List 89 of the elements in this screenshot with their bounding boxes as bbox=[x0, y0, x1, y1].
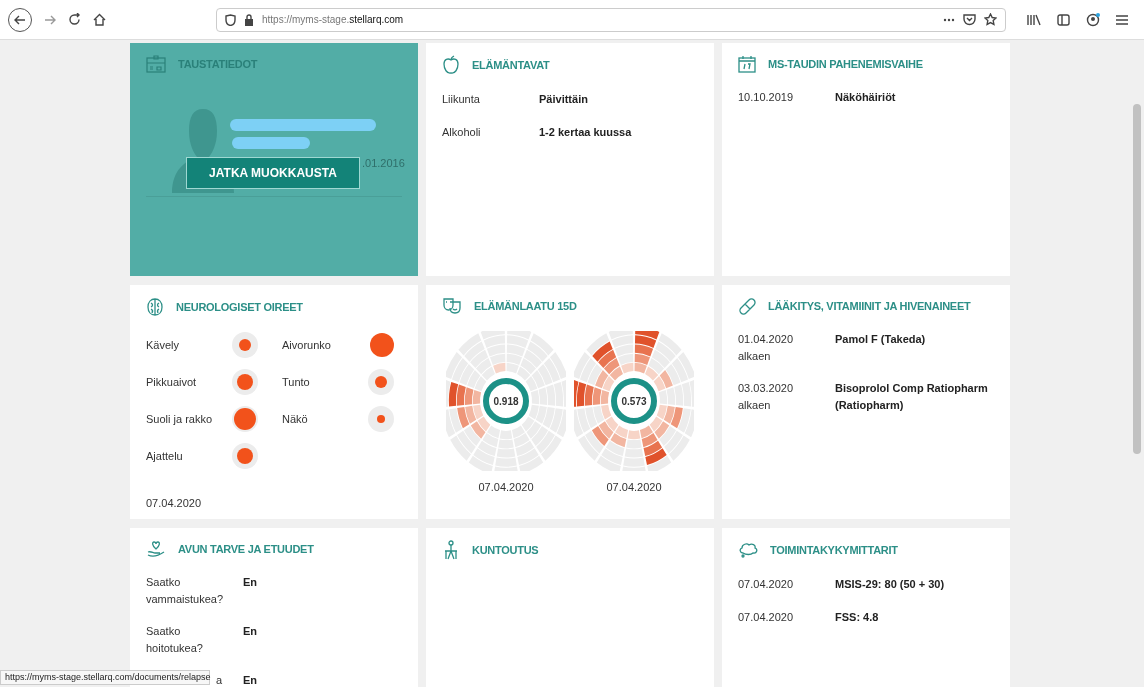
field-label: a bbox=[216, 674, 223, 686]
chart-sector bbox=[450, 416, 491, 461]
chart-sector bbox=[596, 425, 629, 471]
back-arrow-icon bbox=[14, 13, 26, 26]
address-bar[interactable]: https://myms-stage.stellarq.com bbox=[216, 7, 1006, 32]
card-title: AVUN TARVE JA ETUUDET bbox=[178, 541, 314, 557]
card-title: ELÄMÄNLAATU 15D bbox=[474, 298, 577, 314]
card-title: ELÄMÄNTAVAT bbox=[472, 57, 550, 73]
card-title: KUNTOUTUS bbox=[472, 542, 539, 558]
severity-indicator bbox=[368, 406, 394, 432]
chart-sector bbox=[656, 404, 694, 438]
shield-icon bbox=[225, 13, 236, 26]
thought-bubble-icon bbox=[738, 540, 758, 560]
id-card-icon bbox=[146, 55, 166, 73]
account-icon[interactable] bbox=[1086, 12, 1100, 27]
field-label: Alkoholi bbox=[442, 125, 481, 138]
chart-sector bbox=[528, 404, 566, 438]
field-label: 07.04.2020 bbox=[738, 610, 794, 623]
date-text: 07.04.2020 bbox=[146, 495, 203, 511]
symptom-label: Ajattelu bbox=[146, 448, 183, 464]
pill-icon bbox=[738, 297, 756, 315]
card-title: TOIMINTAKYKYMITTARIT bbox=[770, 542, 898, 558]
masks-icon bbox=[442, 297, 462, 315]
hand-heart-icon bbox=[146, 540, 166, 558]
calendar-icon bbox=[738, 55, 756, 73]
symptom-label: Näkö bbox=[282, 411, 308, 427]
field-value: En bbox=[243, 673, 258, 687]
chart-sector bbox=[639, 425, 672, 471]
field-label: Saatko vammaistukea? bbox=[146, 576, 224, 605]
library-icon[interactable] bbox=[1027, 13, 1041, 26]
forward-icon[interactable] bbox=[44, 13, 56, 26]
score-value: 0.573 bbox=[620, 395, 648, 409]
symptom-label: Kävely bbox=[146, 337, 180, 353]
chart-sector bbox=[621, 430, 647, 471]
chart-sector bbox=[521, 416, 562, 461]
pocket-icon[interactable] bbox=[963, 13, 976, 26]
continue-editing-button[interactable]: JATKA MUOKKAUSTA bbox=[186, 157, 360, 189]
status-url: https://myms-stage.stellarq.com/documents/relapse bbox=[0, 669, 210, 685]
star-icon[interactable] bbox=[984, 13, 997, 26]
more-icon[interactable] bbox=[943, 17, 955, 22]
lock-icon bbox=[244, 13, 254, 26]
chart-sector bbox=[468, 425, 501, 471]
field-label: 01.04.2020 alkaen bbox=[738, 333, 794, 362]
field-label: Saatko hoitotukea? bbox=[146, 625, 203, 654]
field-value: 1-2 kertaa kuussa bbox=[539, 124, 632, 140]
chart-sector bbox=[511, 425, 544, 471]
card-title: NEUROLOGISET OIREET bbox=[176, 299, 303, 315]
score-ring bbox=[483, 378, 529, 424]
field-value: Pamol F (Takeda) bbox=[835, 332, 926, 347]
severity-indicator bbox=[368, 369, 394, 395]
url-text: https://myms-stage.stellarq.com bbox=[262, 13, 404, 27]
field-value: MSIS-29: 80 (50 + 30) bbox=[835, 577, 945, 592]
severity-indicator bbox=[232, 369, 258, 395]
date-text: 07.04.2020 bbox=[478, 480, 534, 495]
chart-sector bbox=[446, 404, 484, 438]
date-text: .01.2016 bbox=[362, 156, 405, 171]
card-title: MS-TAUDIN PAHENEMISVAIHE bbox=[768, 56, 923, 72]
field-value: En bbox=[243, 624, 258, 639]
score-ring bbox=[611, 378, 657, 424]
reload-icon[interactable] bbox=[68, 13, 81, 26]
sidebar-icon[interactable] bbox=[1057, 13, 1070, 26]
severity-indicator bbox=[232, 406, 258, 432]
card-title: LÄÄKITYS, VITAMIINIT JA HIVENAINEET bbox=[768, 298, 971, 314]
symptom-label: Tunto bbox=[282, 374, 310, 390]
field-value: Bisoprolol Comp Ratiopharm (Ratiopharm) bbox=[835, 381, 989, 413]
symptom-label: Suoli ja rakko bbox=[146, 411, 213, 427]
menu-icon[interactable] bbox=[1116, 14, 1128, 25]
severity-indicator bbox=[232, 443, 258, 469]
field-value: Päivittäin bbox=[539, 92, 588, 107]
scrollbar-thumb[interactable] bbox=[1133, 104, 1141, 454]
field-label: 10.10.2019 bbox=[738, 91, 794, 103]
chart-sector bbox=[574, 404, 612, 438]
severity-indicator bbox=[232, 332, 258, 358]
field-value: Näköhäiriöt bbox=[835, 90, 896, 105]
field-label: 07.04.2020 bbox=[738, 578, 794, 590]
symptom-label: Aivorunko bbox=[282, 337, 331, 353]
field-value: En bbox=[243, 575, 258, 590]
apple-icon bbox=[442, 55, 460, 75]
field-label: Liikunta bbox=[442, 93, 480, 105]
chart-sector bbox=[649, 416, 690, 461]
person-exercise-icon bbox=[442, 540, 460, 560]
home-icon[interactable] bbox=[93, 13, 106, 26]
brain-icon bbox=[146, 297, 164, 317]
chart-sector bbox=[578, 416, 619, 461]
score-value: 0.918 bbox=[492, 395, 520, 409]
field-value: FSS: 4.8 bbox=[835, 609, 879, 625]
date-text: 07.04.2020 bbox=[606, 480, 662, 495]
field-label: 03.03.2020 alkaen bbox=[738, 382, 794, 411]
symptom-label: Pikkuaivot bbox=[146, 374, 197, 390]
